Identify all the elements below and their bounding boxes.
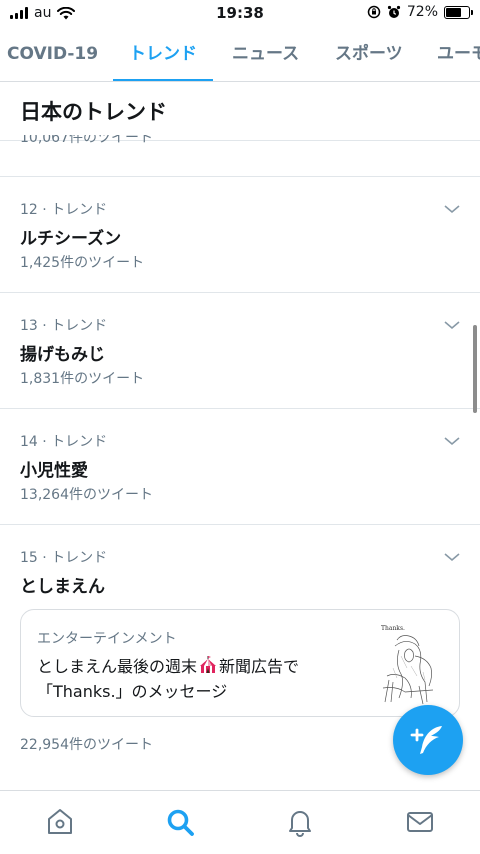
status-bar: au 19:38 72% [0, 0, 480, 28]
trend-count: 22,954件のツイート [20, 737, 153, 753]
tab-label: ニュース [232, 44, 300, 64]
scrollbar[interactable] [473, 325, 477, 413]
thumb-caption: Thanks. [381, 625, 405, 632]
news-card[interactable]: エンターテインメント としまえん最後の週末 新聞広告で 「Thanks.」のメッ… [20, 609, 460, 717]
trend-count: 1,425件のツイート [20, 255, 145, 271]
tab-humor[interactable]: ユーモ [437, 32, 480, 81]
chevron-down-icon[interactable] [444, 435, 460, 447]
orientation-lock-icon [367, 5, 381, 19]
trend-meta: 13 · トレンド [20, 318, 108, 334]
trend-meta: 14 · トレンド [20, 434, 108, 450]
chevron-down-icon[interactable] [444, 203, 460, 215]
search-icon[interactable] [165, 807, 195, 837]
tab-sports[interactable]: スポーツ [335, 32, 403, 81]
trend-row[interactable]: 12 · トレンド ルチシーズン 1,425件のツイート [0, 177, 480, 293]
status-right: 72% [367, 4, 473, 20]
trend-name: ルチシーズン [20, 229, 122, 249]
trend-count: 1,831件のツイート [20, 371, 145, 387]
chevron-down-icon[interactable] [444, 551, 460, 563]
news-headline: としまえん最後の週末 新聞広告で 「Thanks.」のメッセージ [37, 654, 357, 704]
news-thumbnail: Thanks. [375, 616, 445, 711]
trend-row[interactable]: 14 · トレンド 小児性愛 13,264件のツイート [0, 409, 480, 525]
home-icon[interactable] [45, 807, 75, 837]
trend-meta: 15 · トレンド [20, 550, 108, 566]
trend-meta: 12 · トレンド [20, 202, 108, 218]
headline-line2: 「Thanks.」のメッセージ [37, 682, 228, 701]
cutoff-trend-count: 10,067件のツイート [20, 135, 153, 147]
trend-name: 揚げもみじ [20, 345, 105, 365]
chevron-down-icon[interactable] [444, 319, 460, 331]
trend-name: 小児性愛 [20, 461, 88, 481]
headline-part2: 新聞広告で [219, 657, 300, 676]
cutoff-count-text: 10,067件のツイート [20, 135, 153, 146]
compose-tweet-button[interactable] [393, 705, 463, 775]
battery-percent: 72% [406, 4, 438, 20]
section-title: 日本のトレンド [20, 100, 167, 124]
trend-name: としまえん [20, 577, 105, 597]
tab-covid19[interactable]: COVID-19 [7, 32, 98, 81]
mail-icon[interactable] [405, 807, 435, 837]
explore-tabs: COVID-19 トレンド ニュース スポーツ ユーモ [0, 32, 480, 82]
trend-row[interactable]: 13 · トレンド 揚げもみじ 1,831件のツイート [0, 293, 480, 409]
compose-feather-icon [410, 726, 442, 754]
battery-icon [444, 5, 473, 19]
tab-label: ユーモ [437, 44, 480, 64]
headline-part1: としまえん最後の週末 [37, 657, 198, 676]
bottom-navigation [0, 790, 480, 854]
tab-label: スポーツ [335, 44, 403, 64]
tab-trending[interactable]: トレンド [113, 32, 213, 81]
trend-count: 13,264件のツイート [20, 487, 153, 503]
tab-label: トレンド [129, 44, 197, 64]
tab-news[interactable]: ニュース [232, 32, 299, 81]
news-category: エンターテインメント [37, 631, 177, 647]
battery-fill [446, 7, 461, 17]
bell-icon[interactable] [285, 807, 315, 837]
alarm-icon [387, 5, 400, 18]
circus-tent-icon [200, 656, 217, 673]
active-tab-indicator [113, 79, 213, 81]
tab-label: COVID-19 [7, 44, 99, 64]
